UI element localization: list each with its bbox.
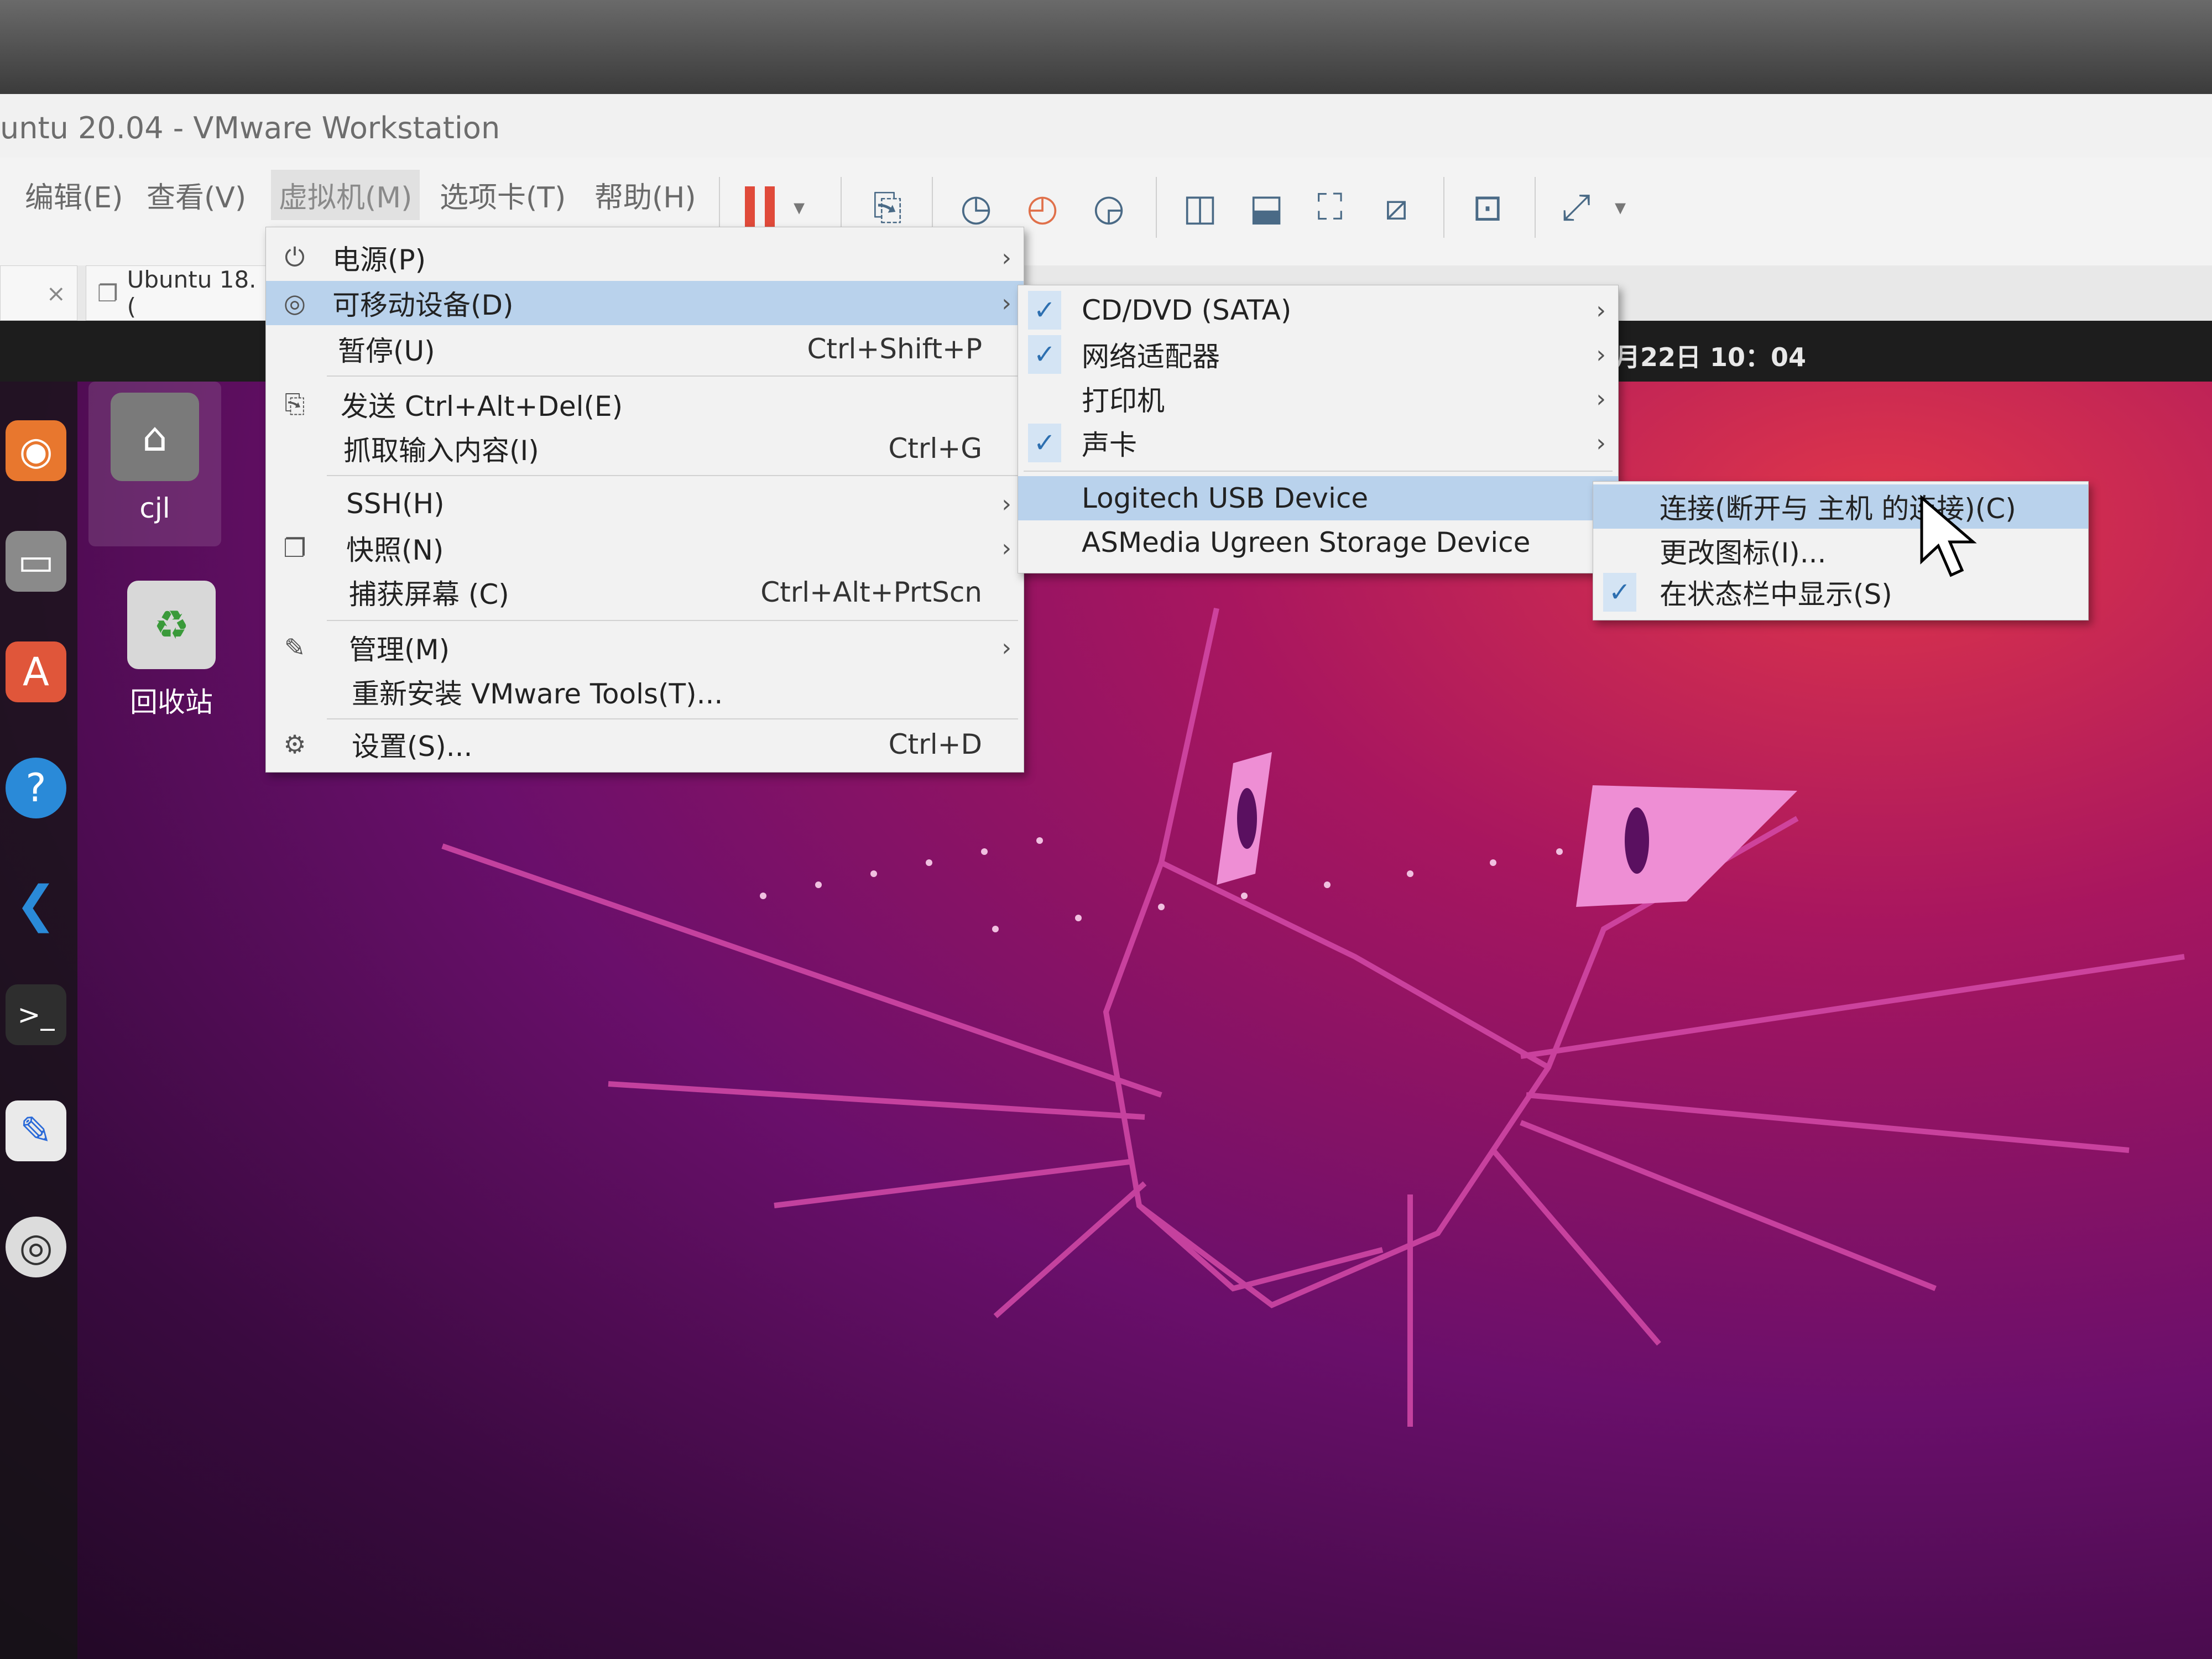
desktop-icon-label: 回收站 (130, 686, 213, 718)
snapshot-icon[interactable]: ◷ (951, 182, 1001, 232)
menu-separator (327, 718, 1018, 719)
desktop-icon-label: cjl (139, 492, 170, 524)
ubuntu-dock: ◉ ▭ A ? ❮ >_ ✎ ◎ (0, 382, 77, 1659)
tab-close-icon[interactable]: × (46, 280, 66, 307)
dropdown-icon[interactable]: ▾ (1604, 182, 1637, 232)
usb-device-submenu: 连接(断开与 主机 的连接)(C) 更改图标(I)... ✓ 在状态栏中显示(S… (1593, 481, 2089, 620)
menu-item-change-icon[interactable]: 更改图标(I)... (1593, 529, 2088, 573)
fit-guest-icon[interactable]: ⛶ (1305, 182, 1355, 232)
tab-ubuntu[interactable]: ❐ Ubuntu 18.( (86, 265, 274, 321)
menu-item-show-in-statusbar[interactable]: ✓ 在状态栏中显示(S) (1593, 570, 2088, 614)
chevron-right-icon: › (1001, 534, 1011, 562)
menu-separator (327, 475, 1018, 476)
text-editor-icon[interactable]: ✎ (6, 1100, 66, 1161)
menu-view[interactable]: 查看(V) (147, 174, 246, 216)
menu-item-pause[interactable]: 暂停(U) Ctrl+Shift+P (266, 327, 1024, 371)
settings-icon: ⚙ (283, 729, 306, 759)
manage-snapshots-icon[interactable]: ◶ (1084, 182, 1134, 232)
wrench-icon: ✎ (284, 633, 306, 662)
dropdown-icon[interactable]: ▾ (782, 182, 816, 232)
toolbar-separator (1156, 177, 1157, 238)
menu-item-power[interactable]: ⏻ 电源(P) › (266, 236, 1024, 280)
firefox-icon[interactable]: ◉ (6, 420, 66, 481)
tab-previous[interactable]: × (0, 265, 77, 321)
unity-icon[interactable]: ⧄ (1371, 182, 1421, 232)
fullscreen-icon[interactable]: ⤢ (1551, 182, 1601, 232)
power-icon: ⏻ (284, 242, 305, 272)
vm-menu: ⏻ 电源(P) › ◎ 可移动设备(D) › 暂停(U) Ctrl+Shift+… (265, 227, 1024, 773)
chevron-right-icon: › (1596, 340, 1606, 369)
menu-item-network-adapter[interactable]: ✓ 网络适配器 › (1018, 332, 1618, 377)
vm-tab-icon: ❐ (97, 279, 118, 307)
terminal-icon[interactable]: >_ (6, 984, 66, 1045)
vscode-icon[interactable]: ❮ (6, 874, 66, 935)
menu-item-cd-dvd[interactable]: ✓ CD/DVD (SATA) › (1018, 288, 1618, 332)
terminal-icon[interactable]: ⊡ (1463, 182, 1512, 232)
help-icon[interactable]: ? (6, 758, 66, 818)
chevron-right-icon: › (1001, 489, 1011, 518)
dvd-icon[interactable]: ◎ (6, 1217, 66, 1277)
check-icon: ✓ (1028, 424, 1061, 462)
chevron-right-icon: › (1001, 243, 1011, 272)
menu-vm[interactable]: 虚拟机(M) (271, 170, 420, 220)
menu-item-asmedia-storage[interactable]: ASMedia Ugreen Storage Device › (1018, 520, 1618, 565)
menu-item-send-ctrl-alt-del[interactable]: ⎘ 发送 Ctrl+Alt+Del(E) (266, 382, 1024, 426)
desktop-icon-home[interactable]: ⌂ cjl (88, 382, 221, 546)
files-icon[interactable]: ▭ (6, 531, 66, 592)
menu-tabs[interactable]: 选项卡(T) (440, 174, 566, 216)
send-ctrl-alt-del-icon[interactable]: ⎘ (863, 182, 912, 232)
view-full-icon[interactable]: ◫ (1175, 182, 1225, 232)
menu-separator (327, 620, 1018, 621)
menu-edit[interactable]: 编辑(E) (25, 174, 123, 216)
menu-item-grab-input[interactable]: 抓取输入内容(I) Ctrl+G (266, 426, 1024, 471)
window-title: untu 20.04 - VMware Workstation (0, 111, 500, 145)
check-icon: ✓ (1028, 335, 1061, 374)
removable-devices-submenu: ✓ CD/DVD (SATA) › ✓ 网络适配器 › 打印机 › ✓ 声卡 ›… (1018, 285, 1619, 573)
chevron-right-icon: › (1596, 384, 1606, 413)
removable-devices-icon: ◎ (283, 288, 306, 318)
tab-label: Ubuntu 18.( (127, 266, 257, 320)
chevron-right-icon: › (1596, 429, 1606, 457)
menu-help[interactable]: 帮助(H) (594, 174, 696, 216)
menu-item-snapshot[interactable]: ❐ 快照(N) › (266, 526, 1024, 570)
menu-item-manage[interactable]: ✎ 管理(M) › (266, 625, 1024, 670)
snapshot-icon: ❐ (283, 533, 306, 563)
clock[interactable]: 月22日 10：04 (1615, 337, 1806, 374)
menu-item-capture-screen[interactable]: 捕获屏幕 (C) Ctrl+Alt+PrtScn (266, 570, 1024, 614)
menu-separator (327, 375, 1018, 377)
menu-item-ssh[interactable]: SSH(H) › (266, 482, 1024, 526)
home-folder-icon: ⌂ (111, 393, 199, 481)
menu-item-printer[interactable]: 打印机 › (1018, 377, 1618, 421)
monitor-bezel (0, 0, 2212, 94)
menu-separator (1024, 471, 1613, 472)
toolbar-separator (1535, 177, 1536, 238)
menu-item-settings[interactable]: ⚙ 设置(S)... Ctrl+D (266, 722, 1024, 766)
desktop-icon-trash[interactable]: ♻ 回收站 (105, 581, 238, 720)
mouse-cursor-icon (1920, 495, 1977, 577)
menu-item-connect[interactable]: 连接(断开与 主机 的连接)(C) (1593, 484, 2088, 529)
toolbar-separator (1443, 177, 1444, 238)
check-icon: ✓ (1028, 291, 1061, 330)
window-titlebar: untu 20.04 - VMware Workstation (0, 94, 2212, 158)
menu-item-sound-card[interactable]: ✓ 声卡 › (1018, 421, 1618, 465)
chevron-right-icon: › (1001, 289, 1011, 317)
software-icon[interactable]: A (6, 641, 66, 702)
pause-icon[interactable] (735, 182, 785, 232)
menu-item-logitech-usb[interactable]: Logitech USB Device › (1018, 476, 1618, 520)
send-keys-icon: ⎘ (284, 389, 305, 419)
chevron-right-icon: › (1596, 296, 1606, 325)
check-icon: ✓ (1603, 573, 1636, 612)
chevron-right-icon: › (1001, 633, 1011, 662)
menu-item-reinstall-tools[interactable]: 重新安装 VMware Tools(T)... (266, 670, 1024, 714)
trash-icon: ♻ (127, 581, 216, 669)
menu-item-removable-devices[interactable]: ◎ 可移动设备(D) › (266, 281, 1024, 325)
revert-snapshot-icon[interactable]: ◴ (1018, 182, 1067, 232)
view-console-icon[interactable]: ⬓ (1241, 182, 1291, 232)
